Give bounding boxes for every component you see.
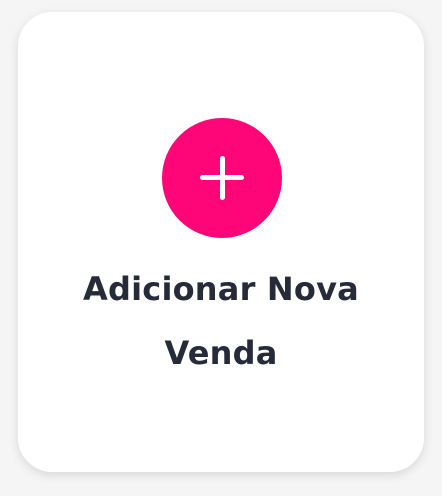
add-button[interactable] bbox=[162, 118, 282, 238]
card-label: Adicionar Nova Venda bbox=[18, 257, 424, 385]
plus-icon-vertical-bar bbox=[219, 156, 225, 200]
card-label-line-1: Adicionar Nova bbox=[83, 270, 359, 308]
card-label-line-2: Venda bbox=[164, 334, 278, 372]
add-new-sale-card[interactable]: Adicionar Nova Venda bbox=[18, 12, 424, 472]
